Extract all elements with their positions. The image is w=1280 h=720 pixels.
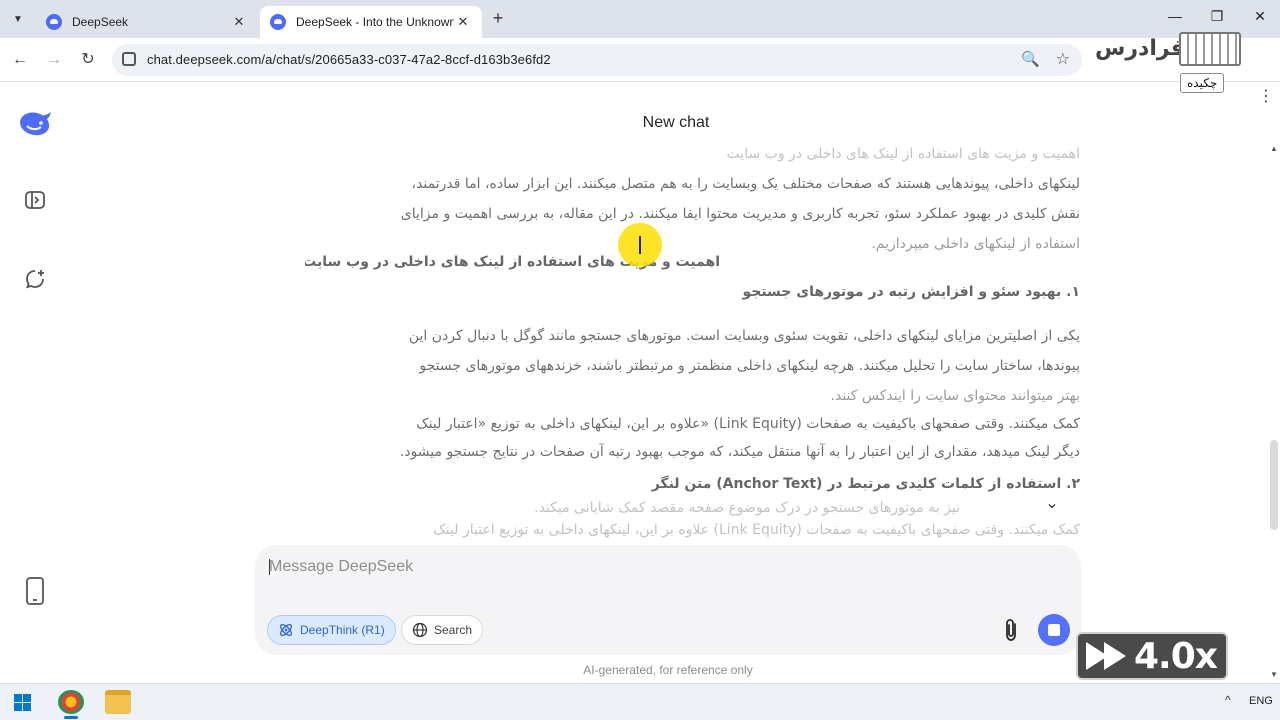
fast-forward-icon (1104, 642, 1126, 670)
playback-speed-badge: 4.0x (1076, 632, 1228, 680)
deepthink-toggle-button[interactable]: DeepThink (R1) (267, 615, 396, 645)
maximize-button[interactable]: ❐ (1202, 8, 1232, 25)
speed-label: 4.0x (1134, 635, 1218, 677)
url-text[interactable]: chat.deepseek.com/a/chat/s/20665a33-c037… (147, 52, 551, 67)
browser-toolbar: ← → ↻ chat.deepseek.com/a/chat/s/20665a3… (0, 38, 1280, 105)
back-button[interactable]: ← (8, 48, 32, 72)
tab-deepseek-into-the-unknown[interactable]: DeepSeek - Into the Unknown ✕ (260, 6, 482, 38)
globe-icon (412, 622, 428, 638)
book-icon (1179, 32, 1241, 66)
search-toggle-button[interactable]: Search (401, 615, 484, 645)
new-tab-button[interactable]: + (488, 8, 508, 29)
message-line: کمک میکنند. وقتی صفحهای باکیفیت به صفحات… (433, 522, 1080, 538)
tab-close-icon[interactable]: ✕ (454, 14, 472, 30)
paperclip-icon[interactable] (1000, 617, 1022, 643)
left-rail (0, 83, 70, 683)
file-explorer-icon[interactable] (105, 690, 131, 714)
faradars-watermark-logo: فرادرس (1095, 30, 1243, 70)
deepseek-favicon-icon (270, 14, 286, 30)
chat-message-area: اهمیت و مزیت های استفاده از لینک های داخ… (305, 140, 1080, 540)
scrollbar-thumb[interactable] (1270, 440, 1278, 530)
phone-icon[interactable] (26, 577, 44, 605)
input-caret (269, 559, 270, 575)
browser-menu-icon[interactable]: ⋮ (1258, 86, 1274, 106)
tab-title: DeepSeek - Into the Unknown (296, 15, 454, 29)
message-line: یکی از اصلیترین مزایای لینکهای داخلی، تق… (408, 328, 1080, 344)
address-bar[interactable]: chat.deepseek.com/a/chat/s/20665a33-c037… (112, 44, 1082, 76)
message-input[interactable] (269, 555, 969, 579)
deepseek-favicon-icon (46, 14, 62, 30)
message-line: اهمیت و مزیت های استفاده از لینک های داخ… (726, 146, 1080, 162)
browser-taskbar-icon[interactable] (58, 690, 84, 719)
tab-strip: ▼ DeepSeek ✕ DeepSeek - Into the Unknown… (0, 0, 1280, 38)
reload-button[interactable]: ↻ (76, 48, 100, 72)
zoom-icon[interactable]: 🔍 (1021, 50, 1040, 68)
windows-start-icon[interactable] (14, 694, 31, 711)
close-window-button[interactable]: ✕ (1245, 8, 1275, 25)
page-title: New chat (642, 114, 710, 131)
message-line: پیوندها، ساختار سایت را تحلیل میکنند. هر… (419, 358, 1080, 374)
message-line: نیز به موتورهای جستجو در درک موضوع صفحه … (534, 500, 960, 516)
tab-title: DeepSeek (72, 15, 129, 29)
watermark-tag: چکیده (1180, 73, 1225, 93)
new-chat-icon[interactable] (24, 268, 46, 290)
windows-taskbar: ^ ENG (0, 683, 1280, 720)
language-indicator[interactable]: ENG (1249, 695, 1273, 707)
message-heading: ۱. بهبود سئو و افزایش رتبه در موتورهای ج… (742, 284, 1080, 300)
scroll-up-arrow-icon[interactable]: ▲ (1268, 144, 1280, 153)
site-info-icon[interactable] (122, 52, 136, 66)
message-line: کمک میکنند. وقتی صفحهای باکیفیت به صفحات… (416, 416, 1080, 432)
stop-generation-button[interactable] (1038, 614, 1070, 646)
tab-search-menu-button[interactable]: ▼ (6, 7, 30, 31)
deepthink-label: DeepThink (R1) (300, 623, 385, 637)
search-label: Search (434, 623, 473, 637)
bookmark-star-icon[interactable]: ☆ (1056, 49, 1070, 69)
scroll-down-arrow-icon[interactable]: ▼ (1268, 670, 1280, 679)
text-cursor-icon (639, 236, 641, 254)
message-line: نقش کلیدی در بهبود عملکرد سئو، تجربه کار… (400, 206, 1080, 222)
scroll-to-bottom-button[interactable]: ⌄ (1041, 493, 1063, 515)
watermark-word: فرادرس (1095, 36, 1185, 61)
tray-chevron-icon[interactable]: ^ (1225, 693, 1231, 707)
message-line: استفاده از لینکهای داخلی میپردازیم. (871, 236, 1080, 252)
atom-icon (279, 623, 293, 637)
page-scrollbar[interactable]: ▲ ▼ (1268, 140, 1280, 683)
message-heading: ۲. استفاده از کلمات کلیدی مرتبط در (Anch… (651, 476, 1080, 492)
forward-button[interactable]: → (42, 48, 66, 72)
tab-deepseek[interactable]: DeepSeek ✕ (36, 6, 258, 38)
message-line: لینکهای داخلی، پیوندهایی هستند که صفحات … (411, 176, 1080, 192)
message-line: دیگر لینک میدهد، مقداری از این اعتبار را… (399, 444, 1080, 460)
sidebar-toggle-icon[interactable] (24, 189, 46, 211)
message-line: بهتر میتوانند محتوای سایت را ایندکس کنند… (830, 388, 1080, 404)
tab-close-icon[interactable]: ✕ (230, 14, 248, 30)
message-composer: DeepThink (R1) Search (255, 545, 1081, 655)
minimize-button[interactable]: — (1160, 8, 1190, 24)
